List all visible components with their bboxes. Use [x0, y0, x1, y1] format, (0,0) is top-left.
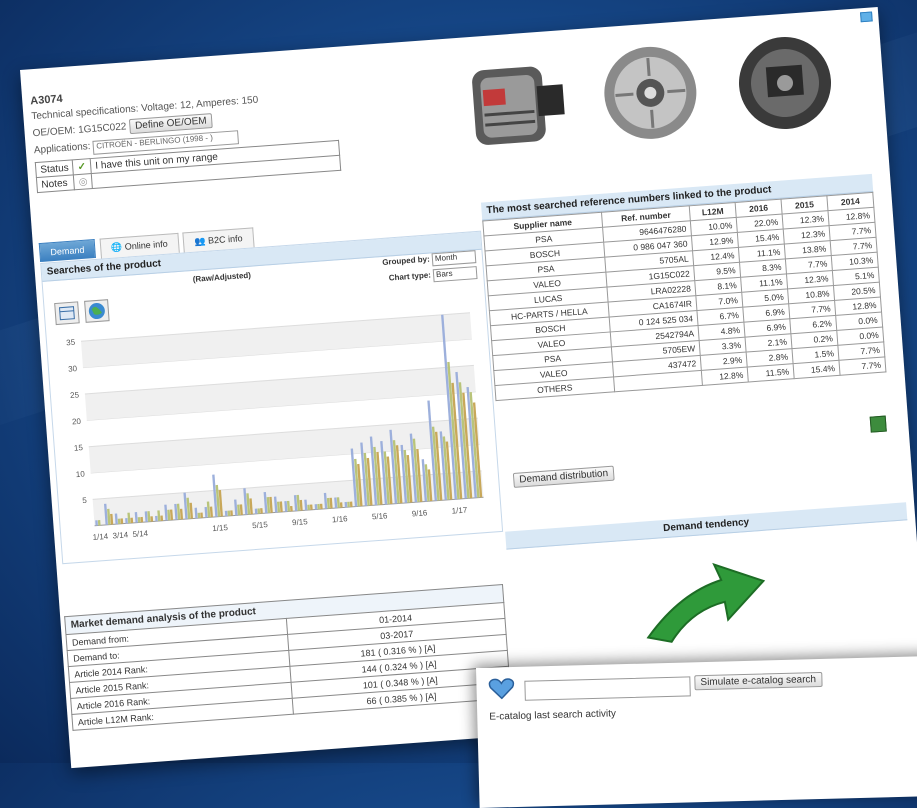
ref-cell: 15.4%: [793, 360, 840, 378]
chart-bar: [257, 508, 260, 513]
demand-tendency-title: Demand tendency: [505, 502, 907, 549]
ref-cell: 12.8%: [701, 367, 748, 385]
notes-icon[interactable]: ◎: [74, 174, 93, 190]
excel-export-icon[interactable]: [870, 416, 887, 433]
chart-bar: [340, 502, 343, 507]
chart-type-select[interactable]: Bars: [433, 266, 478, 282]
chart-bar: [310, 504, 313, 509]
x-tick-label: 1/16: [332, 514, 349, 524]
y-tick-label: 20: [72, 417, 82, 427]
applications-label: Applications:: [34, 141, 91, 156]
x-tick-label: 1/14: [92, 532, 109, 542]
references-table: Supplier nameRef. numberL12M201620152014…: [482, 192, 886, 401]
grid-band: [89, 418, 480, 473]
chart-bar: [347, 502, 350, 507]
chart-bar: [307, 505, 310, 510]
simulate-search-button[interactable]: Simulate e-catalog search: [694, 672, 822, 690]
chart-bar: [120, 518, 123, 523]
chart-bar: [315, 504, 318, 509]
last-search-activity-label: E-catalog last search activity: [489, 708, 616, 722]
searches-chart: 5 10 15 20 25 30 35 1/143/145/14 1/15 5/15 9/15 1/1…: [50, 302, 495, 558]
grid-band: [81, 313, 472, 368]
grouped-by-label: Grouped by:: [382, 255, 430, 267]
references-box: The most searched reference numbers link…: [481, 174, 887, 401]
oe-label: OE/OEM: 1G15C022: [32, 121, 126, 139]
x-tick-label: 9/16: [411, 508, 428, 518]
chart-bar: [255, 509, 258, 514]
world-map-icon[interactable]: [84, 299, 110, 323]
chart-type-label: Chart type:: [388, 270, 431, 282]
x-tick-label: 1/15: [212, 523, 229, 533]
chart-bar: [260, 508, 263, 513]
chart-bar: [230, 510, 233, 515]
maximize-icon[interactable]: [860, 11, 873, 22]
chart-bar: [98, 520, 101, 525]
ref-cell: 11.5%: [747, 364, 794, 382]
chart-bar: [228, 511, 231, 516]
market-analysis: Market demand analysis of the product De…: [64, 584, 511, 731]
chart-bar: [125, 518, 128, 523]
product-header: A3074 Technical specifications: Voltage:…: [30, 65, 456, 193]
chart-bar: [130, 518, 133, 523]
ref-cell: 7.7%: [839, 357, 886, 375]
tab-b2c-info-label: B2C info: [208, 233, 243, 246]
trend-up-arrow-icon: [637, 547, 773, 646]
raw-adjusted-label: (Raw/Adjusted): [192, 271, 251, 284]
chart-controls: Grouped by: Month Chart type: Bars: [382, 250, 478, 286]
product-panel: A3074 Technical specifications: Voltage:…: [20, 7, 917, 768]
chart-bar: [155, 516, 158, 521]
chart-bar: [138, 517, 141, 522]
chart-bar: [200, 513, 203, 518]
notes-label: Notes: [36, 175, 74, 193]
chart-bar: [95, 520, 98, 525]
chart-bar: [345, 502, 348, 507]
status-check-icon[interactable]: ✓: [73, 159, 92, 175]
chart-bar: [290, 506, 293, 511]
alternator-back-photo[interactable]: [729, 24, 842, 141]
y-tick-label: 15: [74, 443, 84, 453]
chart-bar: [118, 519, 121, 524]
globe-icon: 🌐: [111, 242, 125, 253]
y-tick-label: 10: [76, 469, 86, 479]
alternator-front-photo[interactable]: [594, 34, 707, 151]
people-icon: 👥: [194, 236, 208, 247]
x-tick-label: 5/16: [372, 511, 389, 521]
chart-bar: [198, 513, 201, 518]
product-photos: [459, 16, 867, 165]
define-oe-button[interactable]: Define OE/OEM: [129, 113, 214, 134]
table-view-icon[interactable]: [54, 301, 80, 325]
x-tick-label: 9/15: [292, 517, 309, 527]
x-tick-label: 5/15: [252, 520, 269, 530]
y-tick-label: 30: [68, 364, 78, 374]
grid-band: [85, 365, 476, 420]
x-tick-label: 3/14: [112, 530, 129, 540]
chart-bar: [160, 515, 163, 520]
tab-online-info-label: Online info: [124, 239, 168, 252]
chart-bar: [350, 502, 353, 507]
x-tick-label: 5/14: [132, 529, 149, 539]
chart-bar: [150, 516, 153, 521]
heart-icon[interactable]: [488, 677, 515, 700]
chart-bar: [320, 504, 323, 509]
y-tick-label: 5: [82, 496, 88, 505]
alternator-side-photo[interactable]: [460, 44, 573, 161]
chart-bar: [140, 517, 143, 522]
grouped-by-select[interactable]: Month: [432, 250, 477, 266]
y-tick-label: 25: [70, 390, 80, 400]
x-tick-label: 1/17: [451, 505, 468, 515]
chart-bar: [317, 504, 320, 509]
chart-bar: [225, 511, 228, 516]
ecatalog-search-input[interactable]: [524, 676, 690, 700]
ecatalog-panel: Simulate e-catalog search E-catalog last…: [476, 655, 917, 808]
demand-box: Searches of the product (Raw/Adjusted) G…: [40, 231, 503, 565]
y-tick-label: 35: [66, 338, 76, 348]
demand-distribution-button[interactable]: Demand distribution: [513, 466, 615, 488]
